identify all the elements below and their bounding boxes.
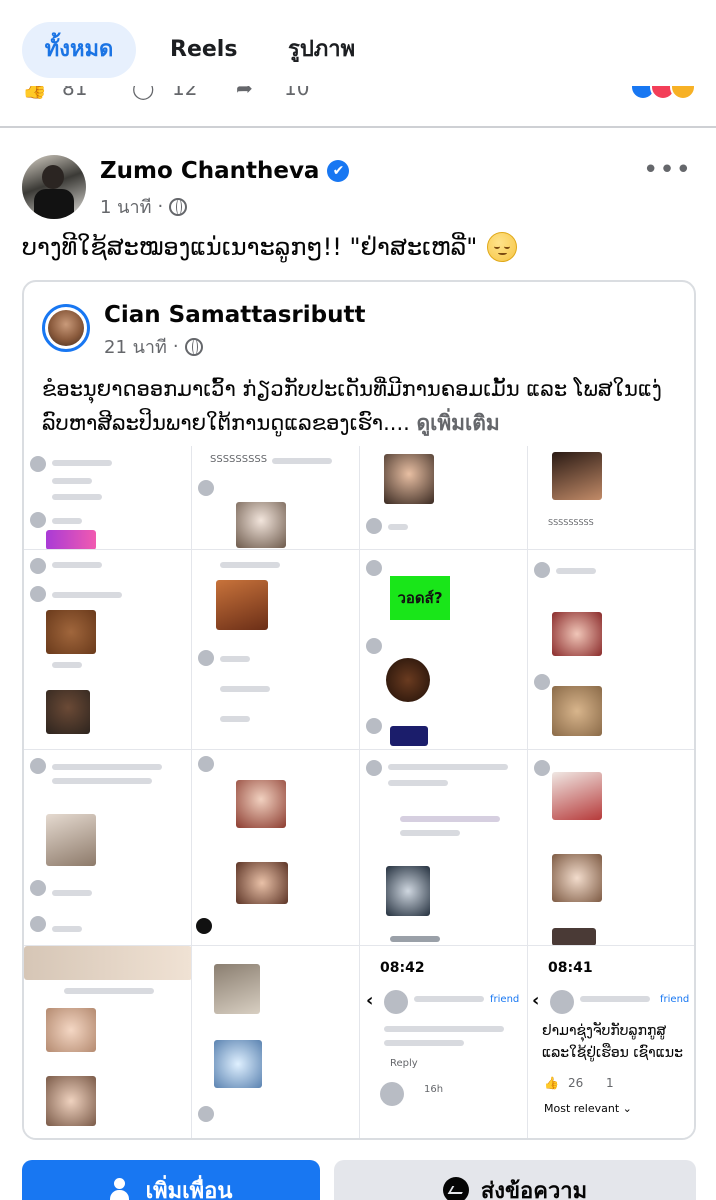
collage-tile xyxy=(360,750,528,946)
tab-all[interactable]: ทั้งหมด xyxy=(22,22,136,78)
shared-text-body: ຂໍອະນຸຍາດອອກມາເວົ້າ ກ່ຽວກັບປະເດັນທີ່ມີກາ… xyxy=(42,377,662,435)
collage-tile: วอดส์? xyxy=(360,550,528,750)
share-count: 10 xyxy=(284,86,310,100)
back-chevron-icon: ‹ xyxy=(532,990,540,1011)
tab-photos[interactable]: รูปภาพ xyxy=(288,22,355,78)
profile-tabs: ทั้งหมด Reels รูปภาพ xyxy=(0,0,716,86)
tile-handwritten-text: ຢາມາຊຸ່ງຈັບກັບລູກກູສູ ແລະໃຊ້ຢູ່ເຮືອນ ເຊົ… xyxy=(542,1023,683,1061)
author-row: Zumo Chantheva ✔ xyxy=(100,158,350,184)
shared-author-avatar[interactable] xyxy=(42,304,90,352)
relieved-emoji-icon xyxy=(487,232,518,262)
shared-post-card[interactable]: Cian Samattasributt 21 นาที · ຂໍອະນຸຍາດອ… xyxy=(22,280,696,1140)
add-person-icon xyxy=(109,1178,134,1200)
tile-friend-label: friend xyxy=(660,994,690,1005)
collage-tile xyxy=(192,550,360,750)
tile-like-icon: 👍 xyxy=(544,1076,559,1090)
collage-tile xyxy=(24,750,192,946)
collage-tile: 08:42 ‹ friend Reply 16h xyxy=(360,946,528,1138)
tile-time-ago: 16h xyxy=(424,1084,444,1095)
status-time: 08:41 xyxy=(548,960,593,976)
message-label: ส่งข้อความ xyxy=(480,1178,588,1200)
add-friend-button[interactable]: เพิ่มเพื่อน xyxy=(22,1160,320,1200)
post-caption: ບາງທີໃຊ້ສະໝອງແນ່ເນາະລູກໆ!! "ຢ່າສະເຫລີ່" xyxy=(22,232,518,262)
comment-icon[interactable]: ◯ xyxy=(132,86,154,100)
post-meta: 1 นาที · xyxy=(100,192,188,221)
comment-count: 12 xyxy=(172,86,198,100)
image-collage[interactable]: SSSSSSSSS วอดส์? 08:42 ‹ friend Reply 16… xyxy=(24,446,694,1138)
share-icon[interactable]: ➦ xyxy=(236,86,253,100)
tile-friend-label: friend xyxy=(490,994,520,1005)
status-time: 08:42 xyxy=(380,960,425,976)
collage-tile xyxy=(24,446,192,550)
collage-tile: SSSSSSSSS xyxy=(192,446,360,550)
shared-author-name[interactable]: Cian Samattasributt xyxy=(104,302,366,328)
add-friend-label: เพิ่มเพื่อน xyxy=(145,1178,233,1200)
post-divider xyxy=(0,126,716,128)
tile-sort-label: Most relevant ⌄ xyxy=(544,1102,632,1115)
collage-tile xyxy=(528,750,694,946)
previous-post-stats: 👍 81 ◯ 12 ➦ 10 xyxy=(0,86,716,108)
collage-tile: SSSSSSSSS xyxy=(528,446,694,550)
collage-tile xyxy=(24,946,192,1138)
more-options-icon[interactable]: ••• xyxy=(643,157,692,183)
collage-tile xyxy=(528,550,694,750)
tile-comment-text: SSSSSSSSS xyxy=(548,518,594,527)
tile-share-count: 1 xyxy=(606,1076,614,1090)
see-more-link[interactable]: ดูเพิ่มเติม xyxy=(417,411,500,435)
sticker-text: วอดส์? xyxy=(390,576,450,620)
caption-text: ບາງທີໃຊ້ສະໝອງແນ່ເນາະລູກໆ!! "ຢ່າສະເຫລີ່" xyxy=(22,233,478,261)
collage-tile: 08:41 ‹ friend ຢາມາຊຸ່ງຈັບກັບລູກກູສູ ແລະ… xyxy=(528,946,694,1138)
messenger-icon xyxy=(442,1177,469,1200)
like-count: 81 xyxy=(62,86,88,100)
like-icon[interactable]: 👍 xyxy=(22,86,47,100)
tab-reels[interactable]: Reels xyxy=(170,22,237,78)
tile-comment-count: 26 xyxy=(568,1076,584,1090)
collage-tile xyxy=(192,750,360,946)
globe-icon xyxy=(184,337,203,356)
reaction-icons[interactable] xyxy=(630,86,696,100)
shared-post-text: ຂໍອະນຸຍາດອອກມາເວົ້າ ກ່ຽວກັບປະເດັນທີ່ມີກາ… xyxy=(42,372,682,440)
collage-tile xyxy=(192,946,360,1138)
shared-post-time[interactable]: 21 นาที xyxy=(104,332,167,361)
collage-tile xyxy=(24,550,192,750)
author-name[interactable]: Zumo Chantheva xyxy=(100,158,319,184)
collage-tile xyxy=(360,446,528,550)
care-reaction-icon xyxy=(670,86,696,100)
tile-comment-text: SSSSSSSSS xyxy=(210,454,268,465)
message-button[interactable]: ส่งข้อความ xyxy=(334,1160,696,1200)
author-avatar[interactable] xyxy=(22,155,86,219)
verified-badge-icon: ✔ xyxy=(327,160,350,182)
back-chevron-icon: ‹ xyxy=(366,990,374,1011)
globe-icon xyxy=(169,197,188,216)
tile-reply-label: Reply xyxy=(390,1058,418,1069)
post-time[interactable]: 1 นาที xyxy=(100,192,151,221)
shared-post-meta: 21 นาที · xyxy=(104,332,203,361)
